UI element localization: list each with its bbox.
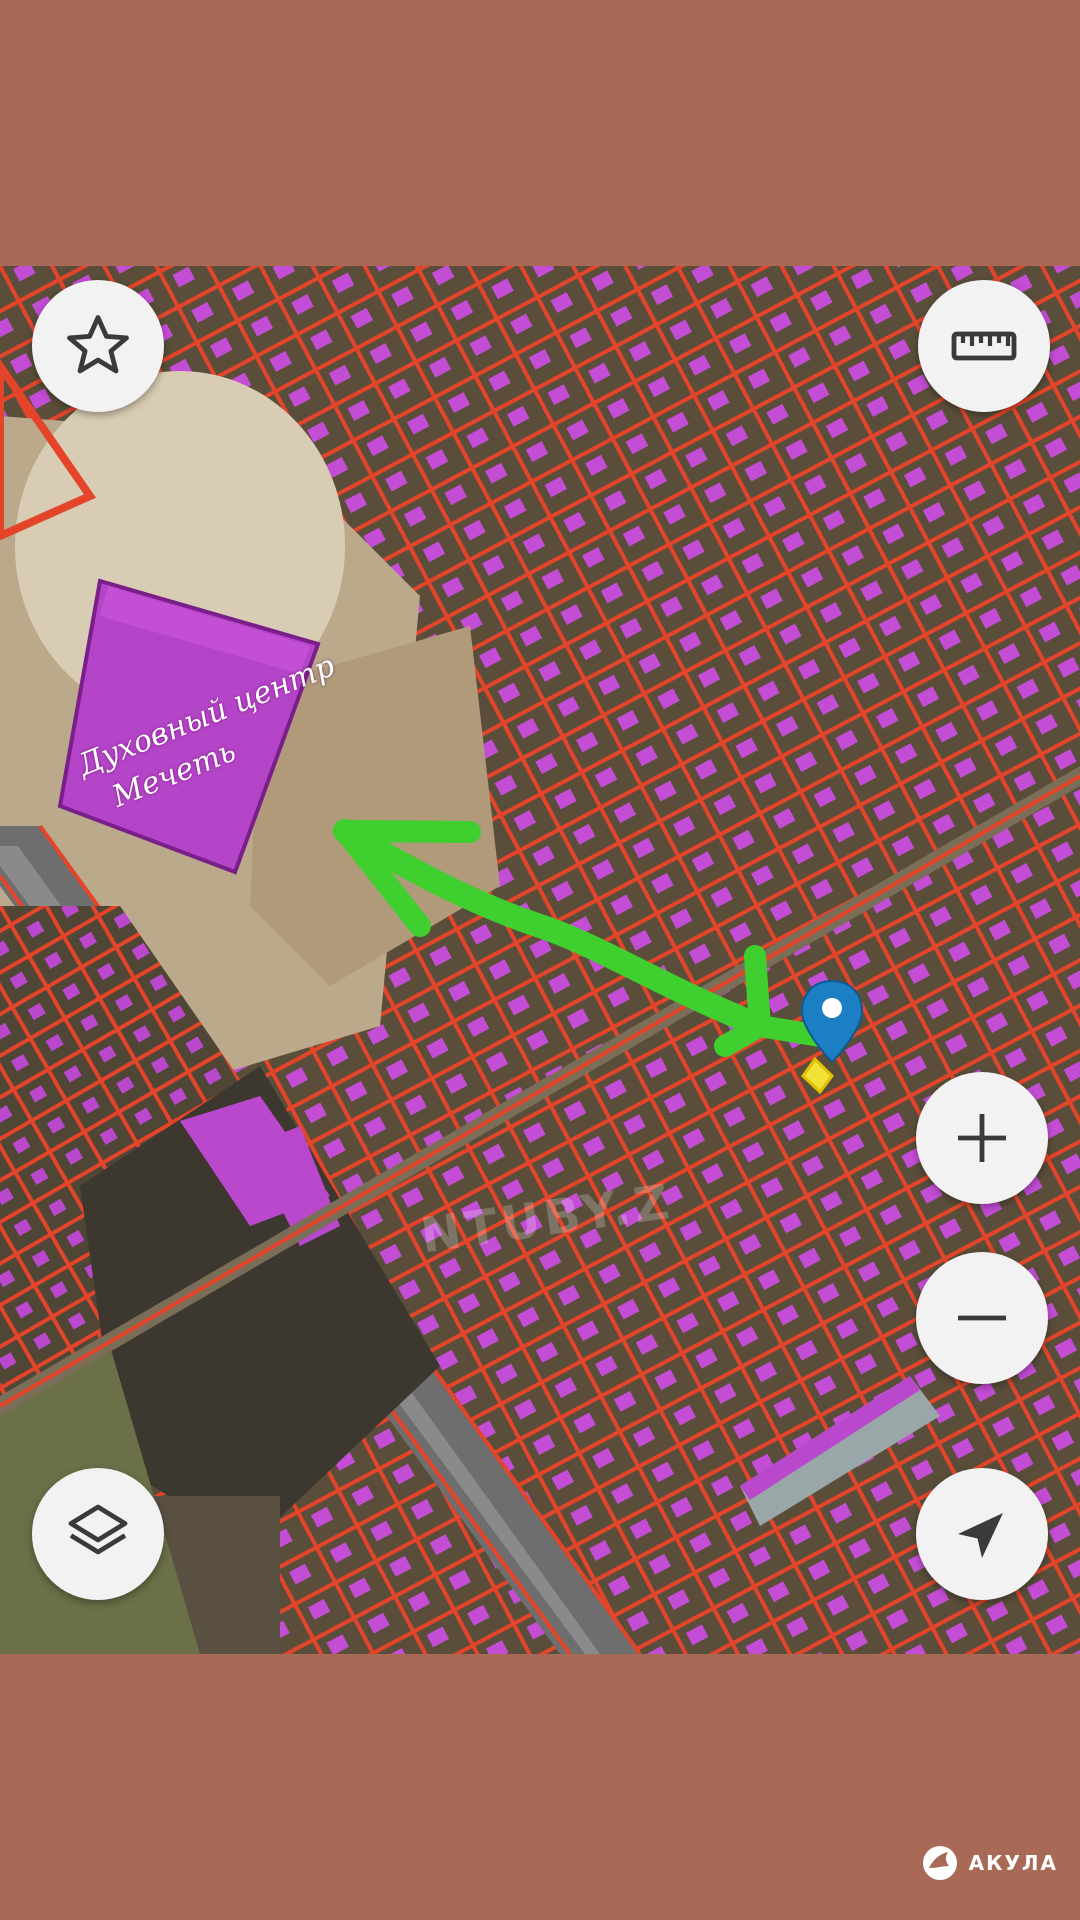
brand-logo: АКУЛА: [921, 1844, 1058, 1882]
star-icon: [67, 315, 129, 374]
my-location-button[interactable]: [916, 1468, 1048, 1600]
minus-icon: [958, 1315, 1006, 1321]
favorite-button[interactable]: [32, 280, 164, 412]
navigation-arrow-icon: [958, 1513, 1003, 1558]
zoom-in-button[interactable]: [916, 1072, 1048, 1204]
layers-button[interactable]: [32, 1468, 164, 1600]
layers-icon: [68, 1504, 128, 1555]
shark-logo-icon: [922, 1846, 957, 1880]
ruler-button[interactable]: [918, 280, 1050, 412]
zoom-out-button[interactable]: [916, 1252, 1048, 1384]
location-pin-icon[interactable]: [0, 266, 1080, 1654]
plus-icon: [958, 1114, 1006, 1162]
brand-name: АКУЛА: [968, 1851, 1058, 1875]
satellite-map[interactable]: Духовный центр Мечеть NTUBY.Z: [0, 266, 1080, 1654]
ruler-icon: [951, 331, 1017, 361]
